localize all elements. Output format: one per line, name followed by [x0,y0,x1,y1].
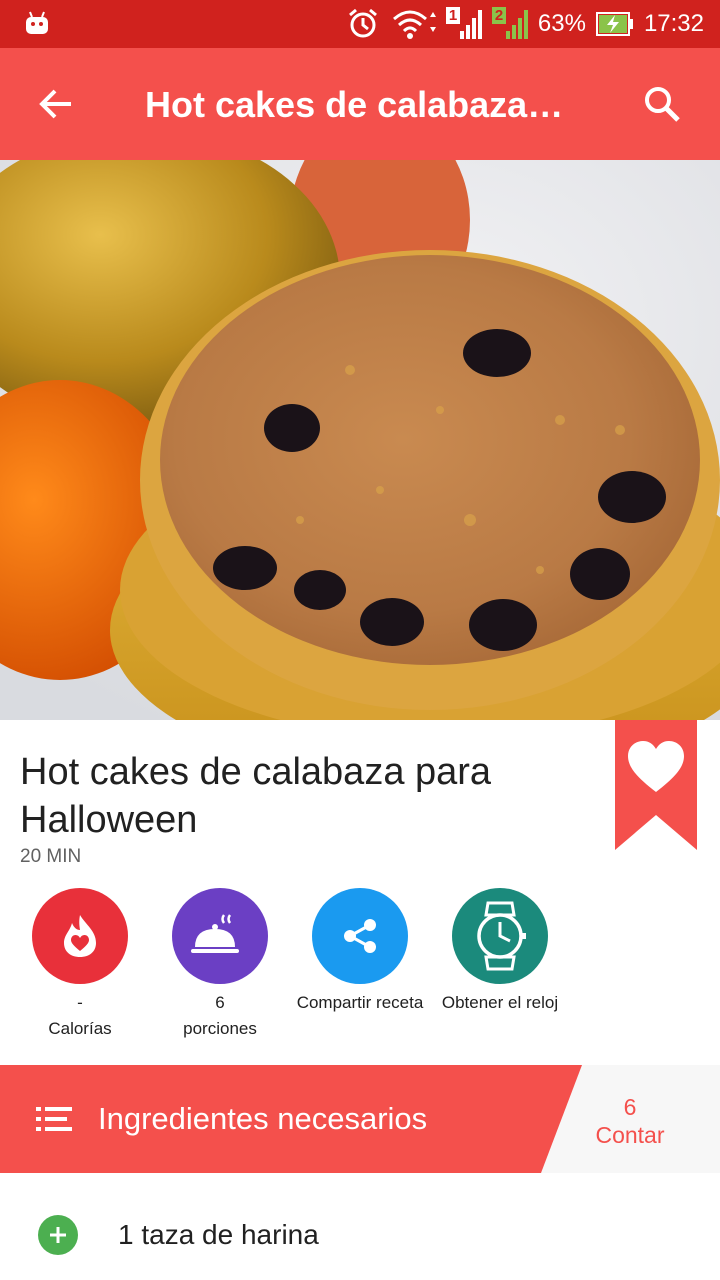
ingredients-count-button[interactable]: 6 Contar [580,1093,680,1149]
sim2-signal-icon: 2 [491,7,528,41]
add-ingredient-button[interactable] [38,1215,78,1255]
ingredients-header: Ingredientes necesarios 6 Contar [0,1065,720,1173]
ingredient-text: 1 taza de harina [118,1219,319,1250]
get-watch-button[interactable]: Obtener el reloj [430,888,570,1014]
stat-calories-label: Calorías [48,1019,112,1038]
android-icon [26,11,48,34]
alarm-icon [348,8,377,38]
list-item[interactable]: 1 taza de harina [0,1203,720,1263]
back-button[interactable] [30,78,82,130]
recipe-image [0,160,720,720]
share-icon [312,888,408,984]
ingredients-count-label: Contar [595,1122,665,1148]
stat-portions-value: 6 [215,993,225,1012]
search-button[interactable] [636,78,688,130]
flame-heart-icon [32,888,128,984]
recipe-title: Hot cakes de calabaza para Halloween [20,751,492,841]
stat-portions-label: porciones [183,1019,257,1038]
search-icon [645,87,680,122]
battery-percent: 63% [537,10,586,37]
ingredients-list: 1 taza de harina [0,1173,720,1280]
stat-watch-label: Obtener el reloj [441,993,559,1012]
clock: 17:32 [643,10,704,37]
serving-cloche-icon [172,888,268,984]
ingredients-title: Ingredientes necesarios [98,1101,428,1136]
ingredients-count-value: 6 [623,1094,637,1120]
arrow-back-icon [39,89,71,119]
stat-calories-value: - [77,993,83,1012]
wifi-icon [392,10,436,39]
recipe-time: 20 MIN [20,846,82,867]
stat-share-label: Compartir receta [296,993,424,1012]
battery-charging-icon [595,12,633,36]
recipe-info-card: Hot cakes de calabaza para Halloween 20 … [0,720,720,1065]
plus-icon [50,1227,66,1243]
recipe-stats: - Calorías 6 porciones Compartir receta … [0,888,720,1048]
page-title: Hot cakes de calabaza… [145,84,564,125]
sim1-signal-icon: 1 [445,7,482,41]
watch-icon [452,888,548,984]
favorite-button[interactable] [615,720,697,850]
share-recipe-button[interactable]: Compartir receta [290,888,430,1014]
list-icon [36,1107,72,1131]
stat-calories[interactable]: - Calorías [10,888,150,1040]
app-bar: Hot cakes de calabaza… [0,48,720,160]
stat-portions[interactable]: 6 porciones [150,888,290,1040]
status-bar: 1 2 63% 17:32 [0,0,720,48]
